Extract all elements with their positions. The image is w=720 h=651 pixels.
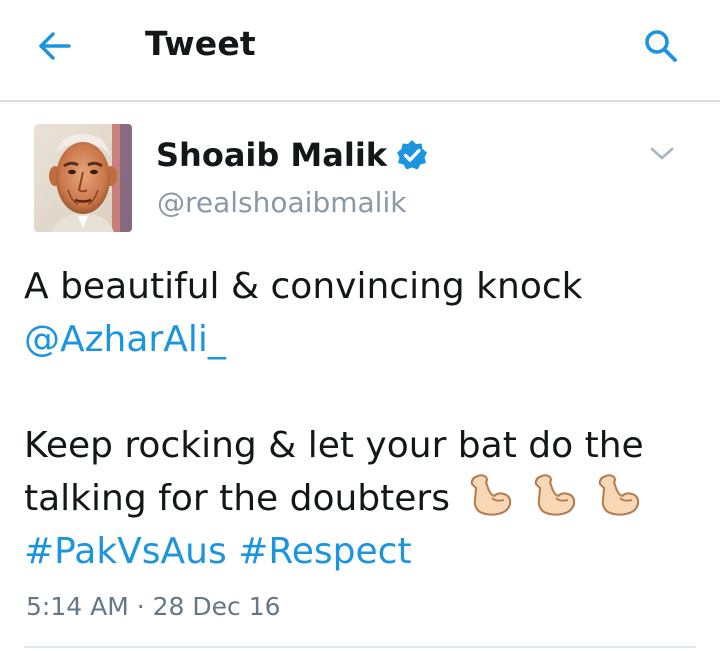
tweet-text-line: Keep rocking & let your bat do the <box>24 425 644 466</box>
author-handle[interactable]: @realshoaibmalik <box>157 186 406 219</box>
hashtag-line: #PakVsAus #Respect <box>24 525 704 578</box>
search-icon <box>645 30 677 62</box>
tweet-text-line: A beautiful & convincing knock <box>24 266 583 307</box>
tweet-time: 5:14 AM <box>26 592 129 621</box>
tweet-timestamp: 5:14 AM · 28 Dec 16 <box>26 592 281 621</box>
tweet-menu-button[interactable] <box>648 140 676 168</box>
flexed-biceps-icon <box>528 474 578 518</box>
flexed-biceps-icon <box>464 474 514 518</box>
hashtag-link[interactable]: #Respect <box>238 531 411 572</box>
search-button[interactable] <box>636 22 686 70</box>
arrow-left-icon <box>39 32 71 60</box>
tweet-text-line: talking for the doubters <box>24 478 450 519</box>
avatar-portrait <box>34 124 132 232</box>
divider <box>24 646 696 648</box>
author-name[interactable]: Shoaib Malik <box>156 136 387 174</box>
author-name-row[interactable]: Shoaib Malik <box>156 136 429 174</box>
tweet-text: A beautiful & convincing knock @AzharAli… <box>24 260 704 578</box>
flexed-biceps-icon <box>592 474 642 518</box>
verified-badge-icon <box>395 138 429 172</box>
tweet-text-line-with-emoji: talking for the doubters <box>24 472 704 525</box>
page-title: Tweet <box>145 24 256 63</box>
avatar[interactable] <box>34 124 132 232</box>
top-app-bar: Tweet <box>0 0 720 102</box>
tweet-date: 28 Dec 16 <box>152 592 281 621</box>
hashtag-link[interactable]: #PakVsAus <box>24 531 227 572</box>
timestamp-separator: · <box>136 592 145 621</box>
mention-link[interactable]: @AzharAli_ <box>24 313 704 366</box>
back-button[interactable] <box>30 24 80 68</box>
chevron-down-icon <box>650 147 674 160</box>
